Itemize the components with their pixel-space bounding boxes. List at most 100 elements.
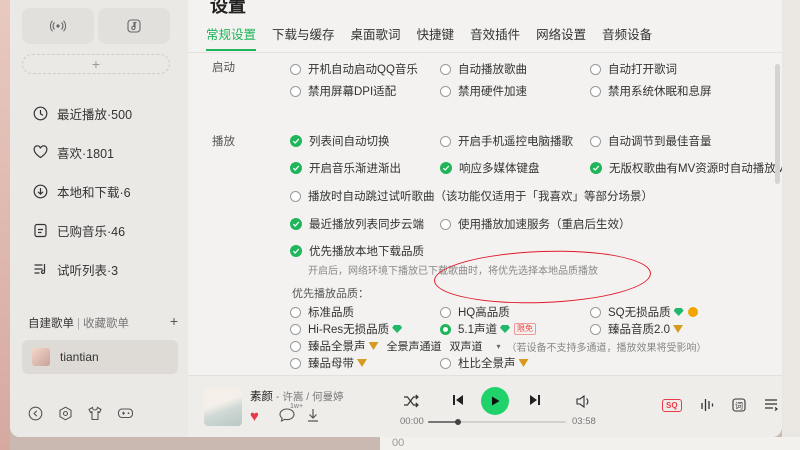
qq-music-window: + 最近播放·500 喜欢·1801 本地和下载·6 已购音乐·46 试听列表·… <box>10 0 782 437</box>
option-phone-remote[interactable]: 开启手机遥控电脑播歌 <box>440 133 573 149</box>
sidebar-item-bought[interactable]: 已购音乐·46 <box>32 219 125 241</box>
quality-master-tape[interactable]: 臻品母带 <box>290 355 367 371</box>
play-button[interactable] <box>481 387 509 415</box>
diamond-vip-icon <box>673 308 684 316</box>
option-label: SQ无损品质 <box>608 307 671 319</box>
radio-tile[interactable] <box>22 8 94 44</box>
playlist-cover <box>32 348 50 366</box>
album-cover[interactable] <box>204 388 242 426</box>
sidebar-toolbar <box>26 404 134 422</box>
play-queue-button[interactable] <box>762 396 780 414</box>
quality-standard[interactable]: 标准品质 <box>290 304 354 320</box>
tab-my-playlists[interactable]: 自建歌单 <box>28 318 74 330</box>
quality-sq[interactable]: SQ无损品质 <box>590 304 698 320</box>
option-disable-sleep[interactable]: 禁用系统休眠和息屏 <box>590 83 712 99</box>
playlist-item[interactable]: tiantian <box>22 340 178 374</box>
chevron-down-icon: ▾ <box>496 341 501 351</box>
panoramic-hint: （若设备不支持多通道，播放效果将受影响） <box>506 342 707 354</box>
radio-off <box>290 340 301 352</box>
quality-51[interactable]: 5.1声道 限免 <box>440 321 536 337</box>
option-media-keys[interactable]: 响应多媒体键盘 <box>440 160 540 176</box>
radio-icon <box>50 20 66 32</box>
song-info[interactable]: 素颜 - 许嵩 / 何曼婷 <box>250 388 344 404</box>
diamond-vip-icon <box>500 325 510 333</box>
total-time: 03:58 <box>572 416 596 427</box>
game-controller-icon[interactable] <box>116 404 134 422</box>
sidebar-item-local[interactable]: 本地和下载·6 <box>32 180 131 202</box>
lock-badge-icon <box>687 307 698 317</box>
option-play-acceleration[interactable]: 使用播放加速服务（重启后生效） <box>440 216 631 232</box>
radio-off <box>290 306 301 318</box>
vip-v-icon <box>357 359 367 367</box>
check-icon <box>590 162 602 174</box>
option-auto-mv[interactable]: 无版权歌曲有MV资源时自动播放MV <box>590 160 782 176</box>
option-list-auto-switch[interactable]: 列表间自动切换 <box>290 133 390 149</box>
music-tile[interactable] <box>98 8 170 44</box>
option-auto-lyrics[interactable]: 自动打开歌词 <box>590 61 677 77</box>
download-button[interactable] <box>306 407 324 423</box>
tab-sound-plugins[interactable]: 音效插件 <box>470 24 520 51</box>
vip-v-icon <box>518 359 529 367</box>
option-auto-play[interactable]: 自动播放歌曲 <box>440 61 527 77</box>
play-icon <box>492 396 500 406</box>
back-icon[interactable] <box>26 404 44 422</box>
desktop-bottom-text: 00 <box>392 437 405 449</box>
option-sync-recent[interactable]: 最近播放列表同步云端 <box>290 216 424 232</box>
sidebar-item-recent[interactable]: 最近播放·500 <box>32 102 132 124</box>
radio-off <box>590 306 601 318</box>
skin-shirt-icon[interactable] <box>86 404 104 422</box>
quality-hires[interactable]: Hi-Res无损品质 <box>290 321 403 337</box>
sound-effect-button[interactable] <box>698 396 716 414</box>
tab-general[interactable]: 常规设置 <box>206 24 257 51</box>
next-button[interactable] <box>527 392 543 408</box>
option-skip-trial[interactable]: 播放时自动跳过试听歌曲（该功能仅适用于「我喜欢」等部分场景） <box>290 188 653 204</box>
sidebar-item-trial[interactable]: 试听列表·3 <box>32 258 118 280</box>
option-prefer-local-quality[interactable]: 优先播放本地下载品质 <box>290 243 424 259</box>
option-auto-start[interactable]: 开机自动启动QQ音乐 <box>290 61 418 77</box>
settings-panel: 设置 常规设置 下载与缓存 桌面歌词 快捷键 音效插件 网络设置 音频设备 启动… <box>188 0 782 375</box>
radio-off <box>440 63 451 75</box>
option-label: 播放时自动跳过试听歌曲（该功能仅适用于「我喜欢」等部分场景） <box>308 191 653 203</box>
sidebar-item-like[interactable]: 喜欢·1801 <box>32 141 114 163</box>
equalizer-icon <box>701 399 714 411</box>
sound-quality-button[interactable]: SQ <box>662 399 682 412</box>
shuffle-button[interactable] <box>402 392 420 410</box>
tab-desktop-lyrics[interactable]: 桌面歌词 <box>351 24 401 51</box>
tab-network[interactable]: 网络设置 <box>536 24 586 51</box>
settings-hex-icon[interactable] <box>56 404 74 422</box>
scrollbar[interactable] <box>775 64 780 184</box>
vip-v-icon <box>368 342 379 350</box>
desktop-background-left <box>0 0 10 450</box>
option-disable-dpi[interactable]: 禁用屏幕DPI适配 <box>290 83 396 99</box>
volume-button[interactable] <box>574 392 592 410</box>
radio-off <box>290 190 301 202</box>
playlist-name: tiantian <box>60 350 99 364</box>
previous-button[interactable] <box>450 392 466 408</box>
tab-shortcuts[interactable]: 快捷键 <box>417 24 455 51</box>
radio-off <box>590 63 601 75</box>
add-shortcut-button[interactable]: + <box>22 54 170 74</box>
desktop-background-right <box>782 0 800 450</box>
annotation-circle <box>433 247 652 307</box>
option-disable-hw-accel[interactable]: 禁用硬件加速 <box>440 83 527 99</box>
quality-panoramic[interactable]: 臻品全景声 全景声通道 双声道 ▾ （若设备不支持多通道，播放效果将受影响） <box>290 338 707 354</box>
tab-download-cache[interactable]: 下载与缓存 <box>272 24 335 51</box>
quality-master-2[interactable]: 臻品音质2.0 <box>590 321 683 337</box>
tab-audio-device[interactable]: 音频设备 <box>602 24 652 51</box>
check-icon <box>290 218 302 230</box>
tab-collected-playlists[interactable]: 收藏歌单 <box>83 318 129 330</box>
page-title: 设置 <box>210 0 246 16</box>
quality-hq[interactable]: HQ高品质 <box>440 304 510 320</box>
comment-button[interactable]: 1w+ <box>278 403 303 423</box>
lyrics-button[interactable]: 词 <box>730 396 748 414</box>
progress-handle[interactable] <box>455 419 462 425</box>
quality-dolby[interactable]: 杜比全景声 <box>440 355 529 371</box>
song-title: 素颜 <box>250 391 273 403</box>
progress-bar[interactable] <box>428 419 566 425</box>
option-auto-volume[interactable]: 自动调节到最佳音量 <box>590 133 712 149</box>
radio-off <box>290 323 301 335</box>
option-fade[interactable]: 开启音乐渐进渐出 <box>290 160 401 176</box>
panoramic-channel-select[interactable]: 双声道 ▾ <box>450 338 501 354</box>
add-playlist-button[interactable]: + <box>170 313 178 329</box>
like-button[interactable]: ♥ <box>250 408 259 425</box>
